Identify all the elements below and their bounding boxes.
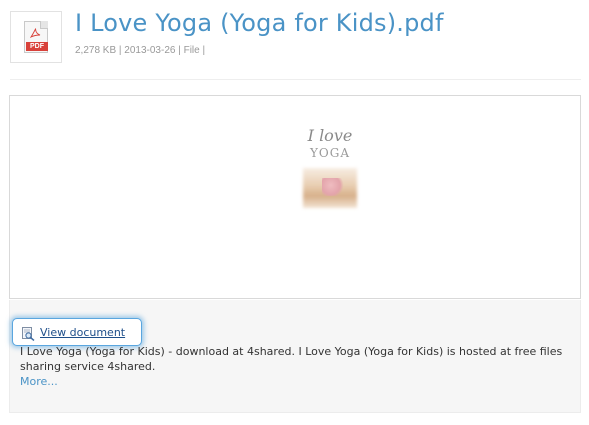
acrobat-swirl-icon <box>30 28 41 38</box>
document-preview[interactable]: I love YOGA <box>9 95 581 299</box>
file-meta: 2,278 KB | 2013-03-26 | File | <box>75 45 206 56</box>
pdf-type-label: PDF <box>26 42 48 51</box>
header-divider <box>10 79 581 80</box>
file-description: I Love Yoga (Yoga for Kids) - download a… <box>20 345 563 373</box>
more-link[interactable]: More... <box>20 375 58 388</box>
cover-figure <box>322 178 344 196</box>
file-header: PDF I Love Yoga (Yoga for Kids).pdf 2,27… <box>0 0 589 80</box>
view-document-button[interactable]: View document <box>12 318 142 346</box>
pdf-document-shape: PDF <box>24 21 48 53</box>
pdf-file-icon: PDF <box>10 11 62 63</box>
cover-subtitle: YOGA <box>309 146 350 160</box>
view-document-label[interactable]: View document <box>40 326 125 339</box>
file-title: I Love Yoga (Yoga for Kids).pdf <box>75 9 444 37</box>
book-cover-thumbnail: I love YOGA <box>280 126 380 221</box>
document-magnifier-icon <box>22 327 35 341</box>
cover-title: I love <box>307 126 353 145</box>
